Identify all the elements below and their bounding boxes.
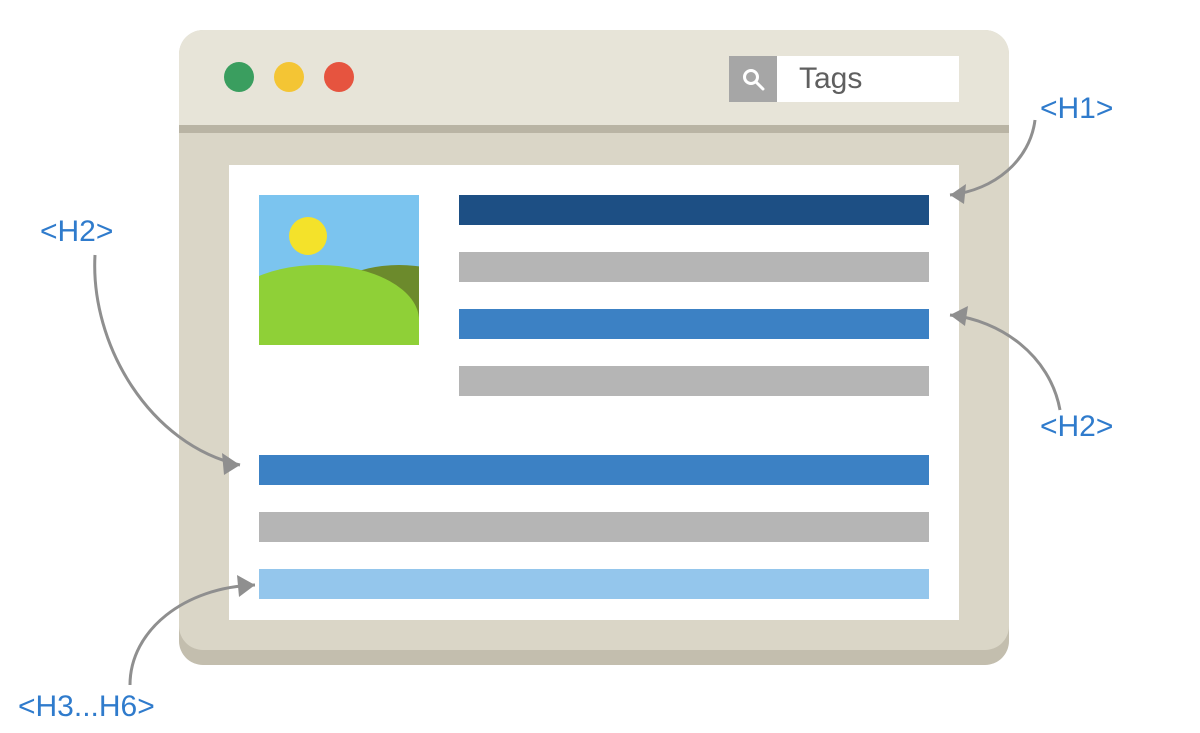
text-bar: [459, 366, 929, 396]
search-label: Tags: [777, 56, 959, 102]
annotation-h2-left: <H2>: [40, 215, 113, 249]
arrow-h1: [940, 120, 1070, 220]
text-bar: [259, 512, 929, 542]
search-box[interactable]: Tags: [729, 56, 959, 102]
titlebar-divider: [179, 125, 1009, 133]
minimize-dot-icon[interactable]: [274, 62, 304, 92]
sun-icon: [289, 217, 327, 255]
image-placeholder-icon: [259, 195, 419, 345]
maximize-dot-icon[interactable]: [324, 62, 354, 92]
text-bar: [459, 252, 929, 282]
annotation-h3h6: <H3...H6>: [18, 690, 155, 724]
browser-window: Tags: [179, 30, 1009, 650]
page-content: [229, 165, 959, 620]
h1-bar: [459, 195, 929, 225]
arrow-h3h6: [125, 575, 275, 695]
arrow-h2-left: [90, 255, 260, 475]
traffic-lights: [224, 62, 354, 92]
h2-bar: [459, 309, 929, 339]
h3-bar: [259, 569, 929, 599]
arrow-h2-right: [940, 295, 1100, 425]
close-dot-icon[interactable]: [224, 62, 254, 92]
titlebar: Tags: [179, 30, 1009, 125]
h2-bar: [259, 455, 929, 485]
search-icon: [729, 56, 777, 102]
